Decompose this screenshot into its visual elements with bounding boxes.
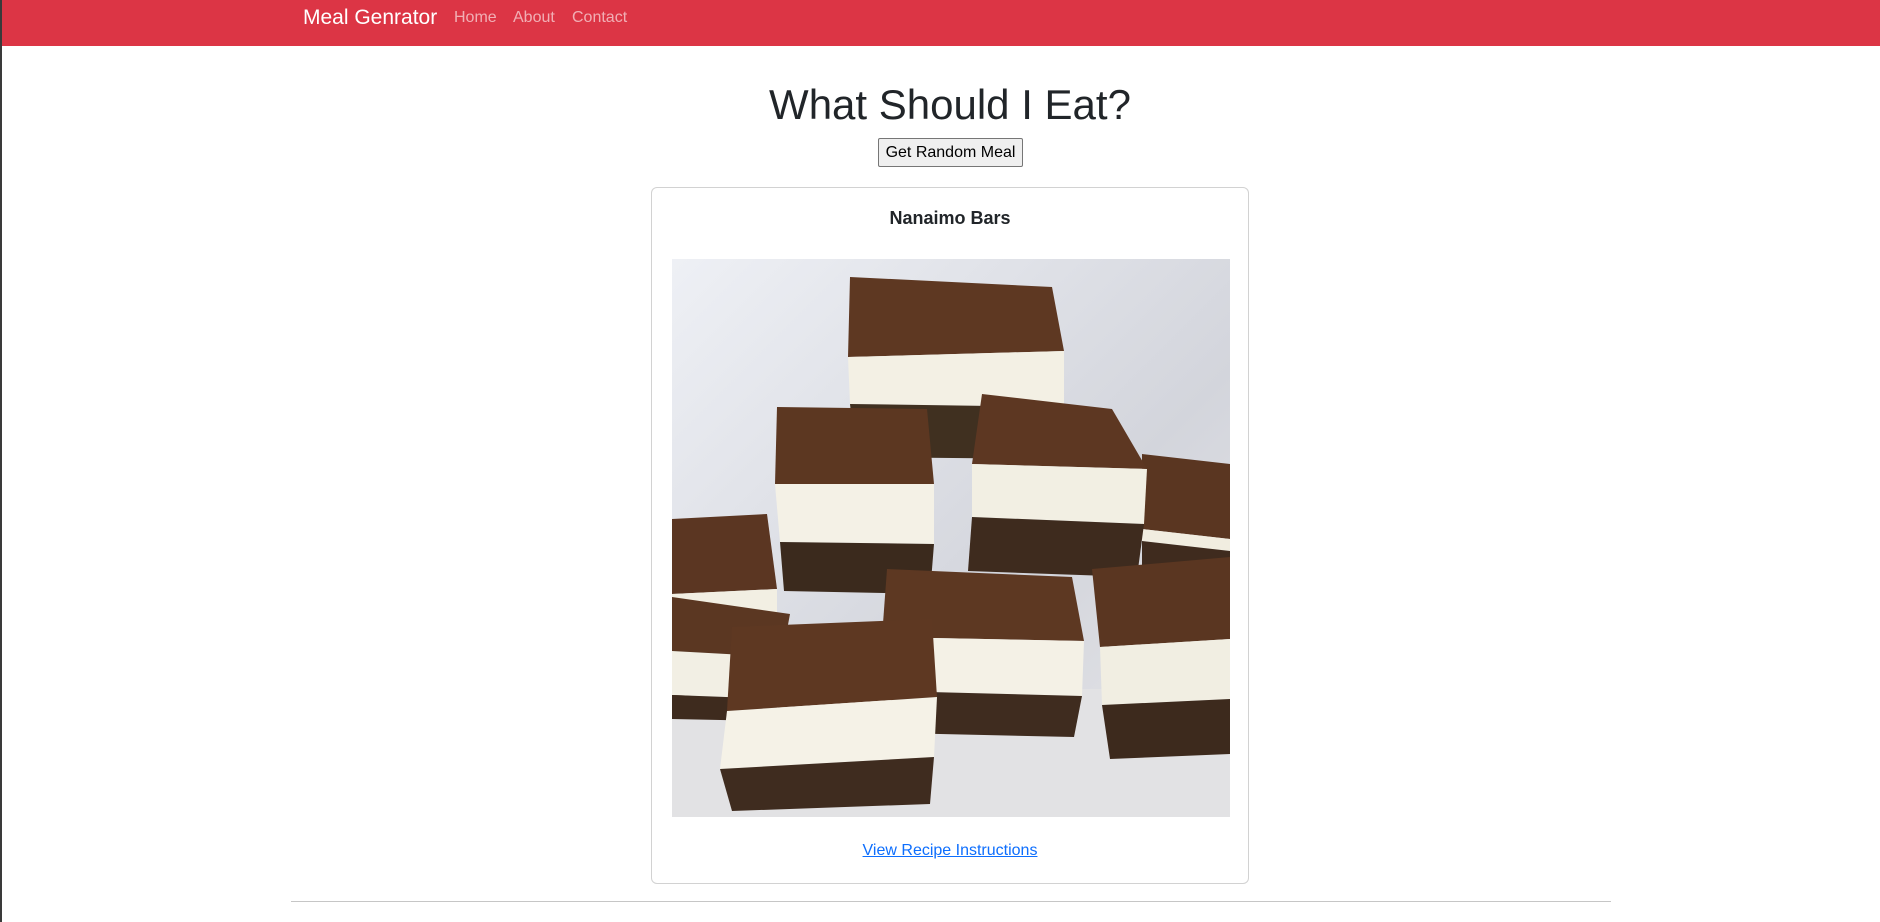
meal-name: Nanaimo Bars [889, 208, 1011, 228]
get-random-meal-button[interactable]: Get Random Meal [878, 138, 1023, 167]
nav-link-home[interactable]: Home [454, 8, 497, 28]
window-edge [0, 0, 2, 922]
brand-link[interactable]: Meal Genrator [303, 6, 437, 30]
nanaimo-bars-photo [672, 259, 1230, 817]
page-title: What Should I Eat? [769, 81, 1131, 128]
navbar: Meal Genrator Home About Contact [2, 0, 1880, 46]
meal-card: Nanaimo Bars View Recipe Instructions [651, 187, 1249, 884]
footer-divider [291, 901, 1611, 902]
nav-link-about[interactable]: About [513, 8, 555, 28]
nav-link-contact[interactable]: Contact [572, 8, 627, 28]
view-recipe-link[interactable]: View Recipe Instructions [652, 842, 1248, 860]
meal-image [672, 259, 1230, 817]
